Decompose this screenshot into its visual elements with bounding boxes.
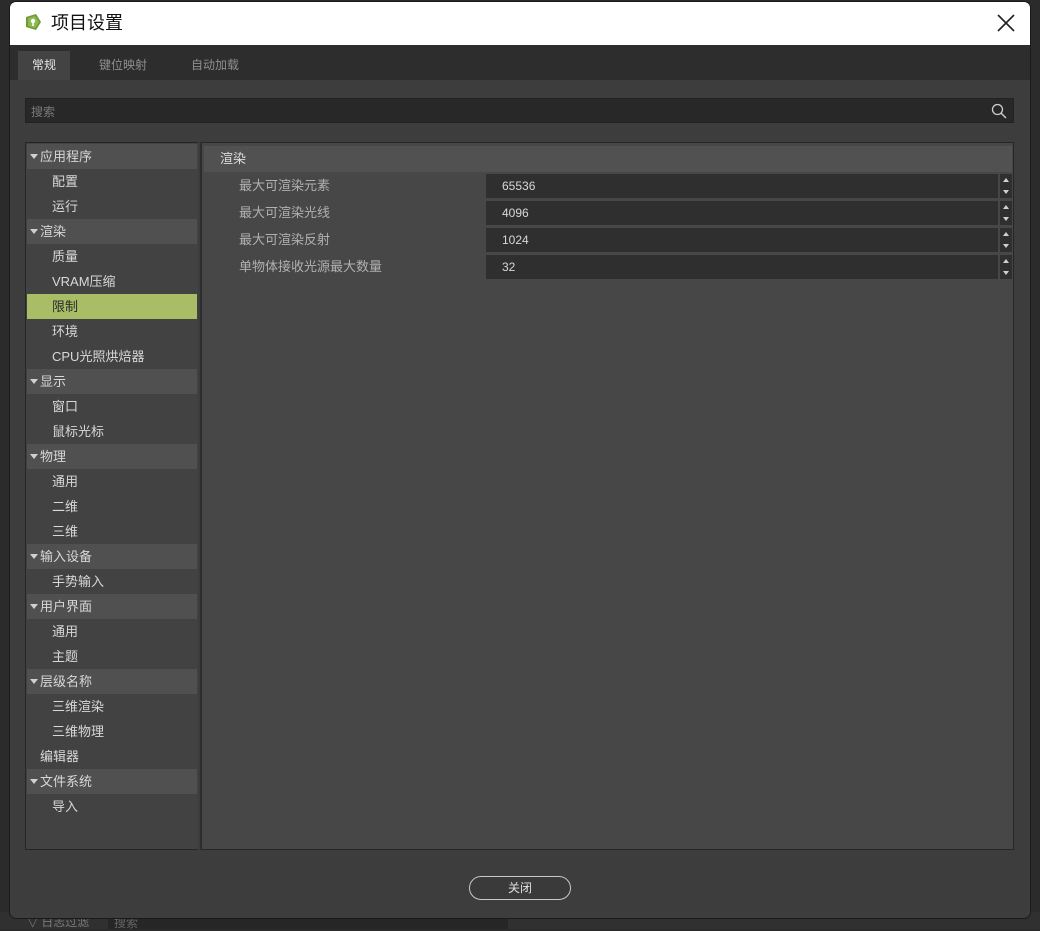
tree-item-run[interactable]: 运行 [27,194,197,219]
spin-up-icon[interactable] [1000,255,1012,267]
property-label: 单物体接收光源最大数量 [239,259,383,274]
property-row: 单物体接收光源最大数量 32 [204,254,1012,280]
settings-category-tree: 应用程序 配置 运行 渲染 质量 VRAM压缩 限制 环境 CPU光照烘焙器 显… [25,142,198,850]
spin-up-icon[interactable] [1000,174,1012,186]
tree-category-application[interactable]: 应用程序 [27,144,197,169]
chevron-down-icon[interactable] [30,779,38,784]
tree-item-environment[interactable]: 环境 [27,319,197,344]
tree-item-config[interactable]: 配置 [27,169,197,194]
tab-general[interactable]: 常规 [18,51,70,80]
spinbox-arrows [1000,201,1012,225]
chevron-down-icon[interactable] [30,154,38,159]
tree-item-editor[interactable]: 编辑器 [27,744,197,769]
tree-category-gui[interactable]: 用户界面 [27,594,197,619]
search-input[interactable] [26,99,983,124]
tree-category-physics[interactable]: 物理 [27,444,197,469]
spin-up-icon[interactable] [1000,201,1012,213]
tree-item-window[interactable]: 窗口 [27,394,197,419]
spinbox-arrows [1000,255,1012,279]
tree-item-3d-physics[interactable]: 三维物理 [27,719,197,744]
app-logo-icon [26,14,41,30]
spin-down-icon[interactable] [1000,213,1012,225]
title-bar: 项目设置 [10,2,1030,45]
spin-down-icon[interactable] [1000,186,1012,198]
search-icon[interactable] [991,103,1007,119]
tree-item-3d-render[interactable]: 三维渲染 [27,694,197,719]
tree-item-vram-compression[interactable]: VRAM压缩 [27,269,197,294]
max-renderable-lights-field[interactable]: 4096 [486,201,998,225]
tree-item-physics-2d[interactable]: 二维 [27,494,197,519]
max-renderable-elements-field[interactable]: 65536 [486,174,998,198]
spin-down-icon[interactable] [1000,240,1012,252]
tree-item-mouse-cursor[interactable]: 鼠标光标 [27,419,197,444]
tab-bar: 常规 键位映射 自动加载 [10,45,1030,80]
tree-category-filesystem[interactable]: 文件系统 [27,769,197,794]
spin-up-icon[interactable] [1000,228,1012,240]
chevron-down-icon[interactable] [30,679,38,684]
tree-item-physics-common[interactable]: 通用 [27,469,197,494]
tab-input-map[interactable]: 键位映射 [88,51,158,80]
tree-category-display[interactable]: 显示 [27,369,197,394]
property-label: 最大可渲染反射 [239,232,331,247]
property-row: 最大可渲染元素 65536 [204,173,1012,199]
tree-item-cpu-lightmapper[interactable]: CPU光照烘焙器 [27,344,197,369]
tree-item-pointing[interactable]: 手势输入 [27,569,197,594]
close-window-icon[interactable] [994,11,1018,35]
project-settings-dialog: 项目设置 常规 键位映射 自动加载 应用程序 配置 运行 渲染 质量 VRAM压… [10,2,1030,918]
tree-item-theme[interactable]: 主题 [27,644,197,669]
close-button[interactable]: 关闭 [469,876,571,900]
property-label: 最大可渲染元素 [239,178,331,193]
chevron-down-icon[interactable] [30,604,38,609]
tree-item-physics-3d[interactable]: 三维 [27,519,197,544]
tree-item-import[interactable]: 导入 [27,794,197,819]
max-renderable-reflections-field[interactable]: 1024 [486,228,998,252]
tree-item-limits[interactable]: 限制 [27,294,197,319]
chevron-down-icon[interactable] [30,454,38,459]
tab-autoload[interactable]: 自动加载 [180,51,250,80]
search-bar [25,98,1014,124]
tree-category-layer-names[interactable]: 层级名称 [27,669,197,694]
chevron-down-icon[interactable] [30,379,38,384]
section-header-rendering: 渲染 [204,146,1012,172]
spinbox-arrows [1000,174,1012,198]
settings-inspector-panel: 渲染 最大可渲染元素 65536 最大可渲染光线 4096 最大可渲染反射 10… [200,142,1014,850]
property-label: 最大可渲染光线 [239,205,331,220]
chevron-down-icon[interactable] [30,554,38,559]
tree-item-gui-common[interactable]: 通用 [27,619,197,644]
chevron-down-icon[interactable] [30,229,38,234]
dialog-title: 项目设置 [51,13,123,33]
tree-item-quality[interactable]: 质量 [27,244,197,269]
spin-down-icon[interactable] [1000,267,1012,279]
spinbox-arrows [1000,228,1012,252]
max-lights-per-object-field[interactable]: 32 [486,255,998,279]
property-row: 最大可渲染光线 4096 [204,200,1012,226]
tree-category-input-devices[interactable]: 输入设备 [27,544,197,569]
tree-category-rendering[interactable]: 渲染 [27,219,197,244]
property-row: 最大可渲染反射 1024 [204,227,1012,253]
